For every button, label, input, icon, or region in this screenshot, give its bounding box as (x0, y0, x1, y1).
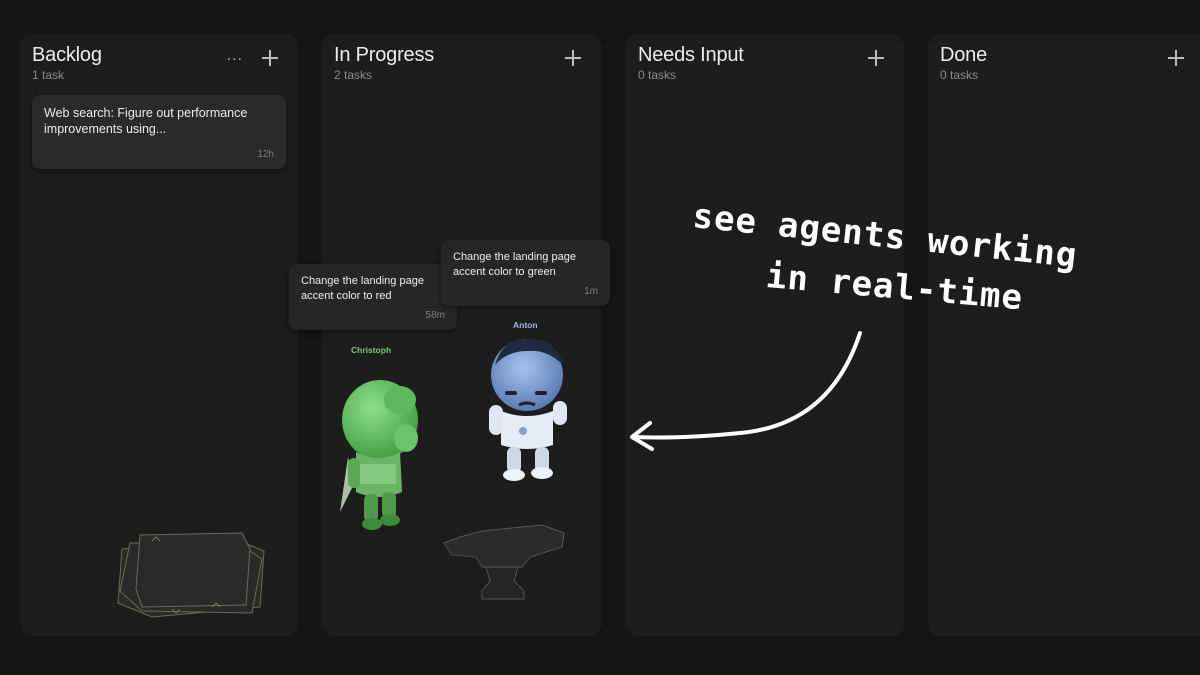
column-task-count: 2 tasks (334, 68, 373, 82)
column-task-count: 0 tasks (638, 68, 677, 82)
column-title: In Progress (334, 44, 435, 66)
column-task-count: 0 tasks (940, 68, 979, 82)
column-title: Needs Input (638, 44, 744, 66)
anvil-icon (443, 524, 565, 600)
column-title: Backlog (32, 44, 102, 66)
task-card-red[interactable]: Change the landing page accent color to … (289, 264, 457, 330)
agent-name-anton: Anton (513, 320, 538, 330)
task-time: 58m (425, 310, 445, 321)
agent-christoph-avatar (340, 380, 418, 530)
column-backlog: Backlog 1 task ... Web search: Figure ou… (20, 34, 298, 636)
agent-anton-avatar (489, 338, 567, 481)
add-task-button[interactable] (1168, 50, 1184, 66)
paper-stack-icon (117, 532, 265, 618)
add-task-button[interactable] (868, 50, 884, 66)
task-card-green[interactable]: Change the landing page accent color to … (441, 240, 610, 306)
column-title: Done (940, 44, 988, 66)
agent-name-christoph: Christoph (351, 345, 392, 355)
task-time: 12h (257, 149, 274, 160)
task-time: 1m (584, 286, 598, 297)
more-options-icon[interactable]: ... (227, 47, 243, 65)
task-title: Web search: Figure out performance impro… (44, 106, 248, 136)
task-title: Change the landing page accent color to … (301, 275, 424, 302)
column-task-count: 1 task (32, 68, 65, 82)
column-done: Done 0 tasks (928, 34, 1200, 636)
task-card[interactable]: Web search: Figure out performance impro… (32, 95, 286, 169)
annotation-arrow-icon (630, 331, 862, 451)
add-task-button[interactable] (262, 50, 278, 66)
add-task-button[interactable] (565, 50, 581, 66)
task-title: Change the landing page accent color to … (453, 251, 576, 278)
